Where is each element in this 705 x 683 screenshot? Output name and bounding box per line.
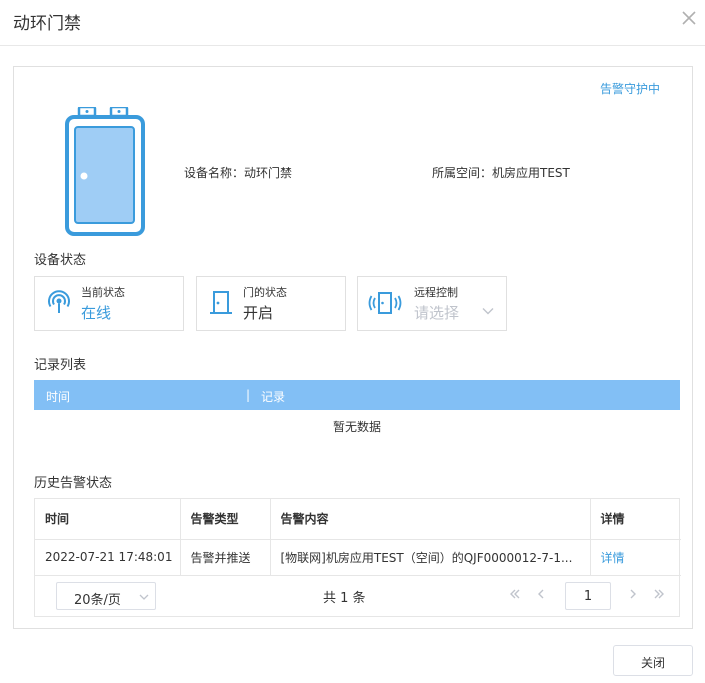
close-icon[interactable] <box>679 8 699 28</box>
device-name-info: 设备名称：动环门禁 <box>184 164 292 181</box>
current-status-label: 当前状态 <box>81 286 125 299</box>
door-illustration-icon <box>65 107 145 236</box>
records-table: 时间 | 记录 暂无数据 <box>34 380 680 440</box>
device-space-info: 所属空间：机房应用TEST <box>432 164 570 181</box>
page-size-select[interactable]: 20条/页 <box>56 581 156 610</box>
device-space-label: 所属空间： <box>432 166 493 180</box>
device-panel: 告警守护中 设备名称：动环门禁 所属空间：机房应用TEST 设备状态 当前状态 … <box>13 66 693 629</box>
device-name-value: 动环门禁 <box>244 166 293 180</box>
remote-control-label: 远程控制 <box>414 286 458 299</box>
dialog-header: 动环门禁 <box>0 0 705 46</box>
next-page-icon[interactable] <box>627 588 639 600</box>
page-number-input[interactable]: 1 <box>565 581 611 610</box>
chevron-down-icon <box>139 594 149 600</box>
records-title: 记录列表 <box>34 358 87 373</box>
history-cell-type: 告警并推送 <box>180 539 271 576</box>
records-column-record: 记录 <box>261 390 286 404</box>
history-column-type: 告警类型 <box>180 499 271 540</box>
history-table: 时间 告警类型 告警内容 详情 2022-07-21 17:48:01 告警并推… <box>34 498 681 617</box>
signal-icon <box>48 290 70 313</box>
history-table-header: 时间 告警类型 告警内容 详情 <box>35 499 681 540</box>
detail-link[interactable]: 详情 <box>601 551 625 565</box>
records-empty-text: 暂无数据 <box>332 420 381 434</box>
door-status-label: 门的状态 <box>243 286 287 299</box>
prev-page-icon[interactable] <box>535 588 547 600</box>
remote-control-select[interactable]: 远程控制 请选择 <box>357 276 507 331</box>
first-page-icon[interactable] <box>509 588 521 600</box>
table-row: 2022-07-21 17:48:01 告警并推送 [物联网]机房应用TEST（… <box>35 539 681 576</box>
column-separator: | <box>246 388 251 402</box>
door-icon <box>210 291 232 314</box>
device-space-value: 机房应用TEST <box>492 166 570 180</box>
remote-control-placeholder: 请选择 <box>414 304 460 322</box>
history-cell-detail: 详情 <box>590 539 681 576</box>
pagination: 20条/页 共 1 条 1 <box>35 576 679 616</box>
records-column-time: 时间 <box>46 390 71 404</box>
history-column-detail: 详情 <box>590 499 681 540</box>
current-status-card: 当前状态 在线 <box>34 276 184 331</box>
door-status-card: 门的状态 开启 <box>196 276 346 331</box>
door-status-value: 开启 <box>243 304 274 322</box>
records-table-header: 时间 | 记录 <box>34 380 680 410</box>
device-name-label: 设备名称： <box>184 166 245 180</box>
history-cell-content: [物联网]机房应用TEST（空间）的QJF0000012-7-1... <box>270 539 591 576</box>
total-count: 共 1 条 <box>323 590 366 606</box>
current-status-value: 在线 <box>81 304 112 322</box>
close-button[interactable]: 关闭 <box>613 645 693 676</box>
guard-status-text: 告警守护中 <box>599 82 660 96</box>
chevron-down-icon <box>482 308 494 315</box>
history-column-time: 时间 <box>35 499 181 540</box>
last-page-icon[interactable] <box>653 588 665 600</box>
history-cell-time: 2022-07-21 17:48:01 <box>35 539 181 576</box>
dialog-title: 动环门禁 <box>13 14 81 34</box>
page-size-value: 20条/页 <box>74 592 121 608</box>
remote-door-icon <box>368 292 402 314</box>
history-column-content: 告警内容 <box>270 499 591 540</box>
device-status-title: 设备状态 <box>34 253 87 268</box>
history-title: 历史告警状态 <box>34 476 113 491</box>
